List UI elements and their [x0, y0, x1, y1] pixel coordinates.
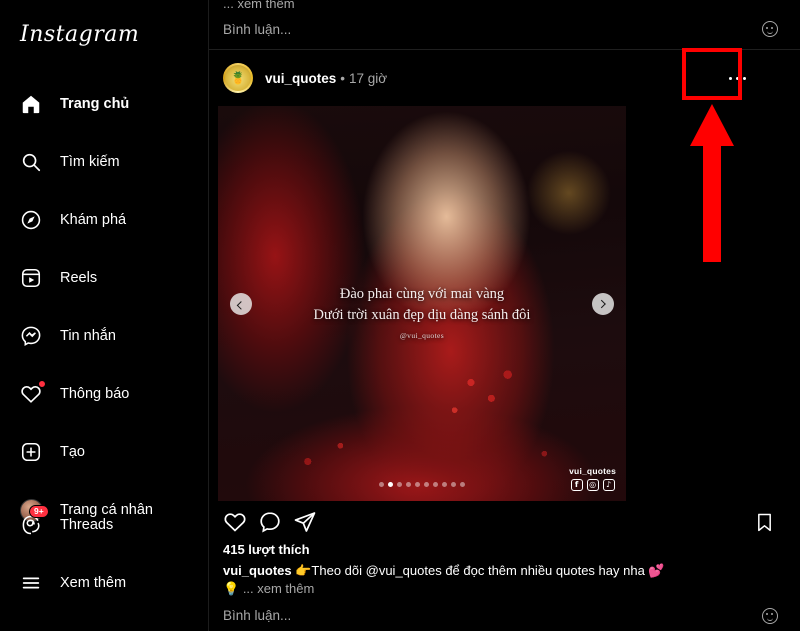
sidebar-item-more[interactable]: Xem thêm	[8, 563, 200, 603]
feed-column[interactable]: ... xem thêm Bình luận... 🍍 vui_quotes •…	[209, 0, 800, 631]
sidebar-bottom-nav: 9+ Threads Xem thêm	[0, 505, 208, 621]
share-button[interactable]	[293, 510, 319, 536]
previous-post-tail: ... xem thêm Bình luận...	[209, 0, 800, 50]
instagram-window: Instagram Trang chủ Tìm kiếm Khám phá	[0, 0, 800, 631]
sidebar-item-label: Reels	[60, 270, 97, 286]
instagram-logo[interactable]: Instagram	[20, 22, 139, 47]
post-caption: vui_quotes 👉Theo dõi @vui_quotes để đọc …	[209, 559, 800, 599]
carousel-prev-button[interactable]	[230, 293, 252, 315]
more-dot	[743, 77, 746, 80]
compass-icon	[18, 207, 44, 233]
emoji-icon[interactable]	[762, 21, 778, 37]
post-photo-berries	[218, 106, 626, 501]
facebook-icon: f	[571, 479, 583, 491]
carousel-dot	[451, 482, 456, 487]
sidebar-item-label: Xem thêm	[60, 575, 126, 591]
post-card: 🍍 vui_quotes • 17 giờ	[209, 50, 800, 624]
search-icon	[18, 149, 44, 175]
sidebar-item-label: Tin nhắn	[60, 328, 116, 344]
post-avatar-image: 🍍	[225, 65, 251, 91]
save-bookmark-button[interactable]	[754, 512, 776, 534]
carousel-dot	[406, 482, 411, 487]
carousel-dot	[460, 482, 465, 487]
comment-input-placeholder[interactable]: Bình luận...	[223, 608, 291, 623]
previous-post-see-more[interactable]: ... xem thêm	[209, 0, 800, 17]
instagram-icon: ◎	[587, 479, 599, 491]
messenger-icon	[18, 323, 44, 349]
media-watermark: vui_quotes f ◎ ♪	[569, 466, 616, 491]
watermark-username: vui_quotes	[569, 466, 616, 476]
post-timestamp: 17 giờ	[349, 71, 387, 86]
caption-emoji: 💡	[223, 581, 239, 596]
comment-input-placeholder[interactable]: Bình luận...	[223, 22, 291, 37]
sidebar-item-label: Khám phá	[60, 212, 126, 228]
carousel-dot	[397, 482, 402, 487]
caption-username[interactable]: vui_quotes	[223, 563, 292, 578]
sidebar-item-label: Threads	[60, 517, 113, 533]
post-media[interactable]: Đào phai cùng với mai vàng Dưới trời xuâ…	[218, 106, 626, 501]
watermark-social-icons: f ◎ ♪	[569, 479, 616, 491]
post-meta-separator: •	[340, 71, 345, 86]
hamburger-icon	[18, 570, 44, 596]
reels-icon	[18, 265, 44, 291]
sidebar-item-reels[interactable]: Reels	[8, 258, 200, 298]
sidebar-item-messages[interactable]: Tin nhắn	[8, 316, 200, 356]
sidebar-item-threads[interactable]: 9+ Threads	[8, 505, 200, 545]
threads-icon: 9+	[18, 512, 44, 538]
post-meta: vui_quotes • 17 giờ	[265, 71, 387, 86]
carousel-dot	[424, 482, 429, 487]
sidebar: Instagram Trang chủ Tìm kiếm Khám phá	[0, 0, 209, 631]
carousel-dot	[415, 482, 420, 487]
heart-icon	[18, 381, 44, 407]
sidebar-nav: Trang chủ Tìm kiếm Khám phá Reels	[0, 84, 208, 548]
carousel-indicator	[379, 482, 465, 487]
sidebar-item-home[interactable]: Trang chủ	[8, 84, 200, 124]
sidebar-item-explore[interactable]: Khám phá	[8, 200, 200, 240]
tiktok-icon: ♪	[603, 479, 615, 491]
post-like-count[interactable]: 415 lượt thích	[209, 540, 800, 559]
more-dot	[736, 77, 739, 80]
caption-body: 👉Theo dõi @vui_quotes để đọc thêm nhiều …	[292, 563, 665, 578]
sidebar-item-label: Thông báo	[60, 386, 129, 402]
caption-see-more[interactable]: ... xem thêm	[243, 581, 315, 596]
sidebar-item-label: Tạo	[60, 444, 85, 460]
notification-dot-badge	[38, 380, 46, 388]
carousel-dot	[433, 482, 438, 487]
threads-count-badge: 9+	[29, 505, 49, 518]
previous-post-comment-row[interactable]: Bình luận...	[209, 17, 800, 50]
sidebar-item-search[interactable]: Tìm kiếm	[8, 142, 200, 182]
post-avatar[interactable]: 🍍	[223, 63, 253, 93]
more-dot	[729, 77, 732, 80]
caption-second-line: 💡 ... xem thêm	[223, 580, 782, 598]
sidebar-item-label: Trang chủ	[60, 96, 129, 112]
emoji-icon[interactable]	[762, 608, 778, 624]
post-header: 🍍 vui_quotes • 17 giờ	[209, 50, 800, 106]
sidebar-item-notifications[interactable]: Thông báo	[8, 374, 200, 414]
post-username[interactable]: vui_quotes	[265, 71, 336, 86]
carousel-dot	[442, 482, 447, 487]
post-comment-row[interactable]: Bình luận...	[209, 599, 800, 624]
like-button[interactable]	[223, 510, 249, 536]
feed-scroll-content: ... xem thêm Bình luận... 🍍 vui_quotes •…	[209, 0, 800, 624]
carousel-next-button[interactable]	[592, 293, 614, 315]
post-action-bar	[209, 501, 800, 540]
sidebar-item-create[interactable]: Tạo	[8, 432, 200, 472]
chevron-right-icon	[597, 299, 605, 307]
post-more-menu-button[interactable]	[724, 67, 750, 89]
carousel-dot	[379, 482, 384, 487]
carousel-dot	[388, 482, 393, 487]
comment-button[interactable]	[258, 510, 284, 536]
chevron-left-icon	[237, 301, 245, 309]
home-icon	[18, 91, 44, 117]
sidebar-item-label: Tìm kiếm	[60, 154, 120, 170]
plus-square-icon	[18, 439, 44, 465]
